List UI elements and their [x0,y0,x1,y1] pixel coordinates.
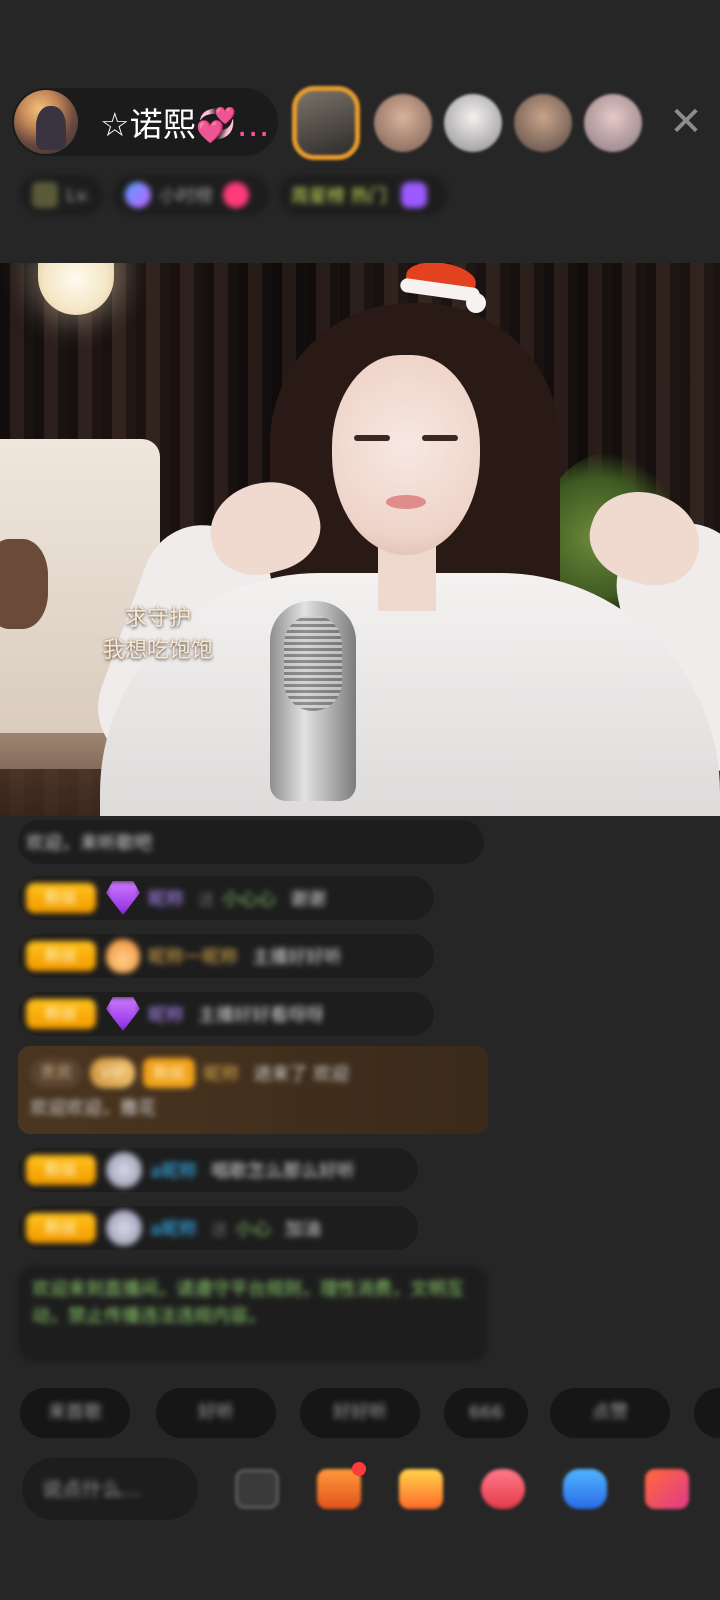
chat-text: 欢迎，来听歌吧 [26,833,152,854]
heart-icon: 💞… [195,105,270,144]
host-avatar[interactable] [14,90,78,154]
quick-reply-chip[interactable]: 好好听 [300,1388,420,1438]
ranking-chip-text: 小时榜 [159,186,214,207]
microphone [270,601,356,801]
quick-reply-chip[interactable] [694,1388,720,1438]
quick-reply-text: 好听 [198,1402,234,1423]
gift-name: 小心 [235,1219,272,1240]
ranking-chip[interactable]: 小时榜 [113,175,270,215]
live-video[interactable]: 求守护 我想吃饱饱 [0,263,720,816]
emoji-icon[interactable] [230,1462,284,1516]
viewer-avatar[interactable] [444,94,502,152]
chat-separator: 送 [211,1220,228,1239]
notification-dot [352,1462,366,1476]
list-item: 粉丝 昵称 主播好好看呀呀 [18,992,434,1036]
chat-separator: 送 [198,890,215,909]
more-icon[interactable] [640,1462,694,1516]
chat-username[interactable]: a昵称 [150,1215,197,1241]
chat-input[interactable]: 说点什么... [22,1458,198,1520]
gift-name: 小心心 [222,889,277,910]
avatar-icon [106,1210,142,1246]
shopping-cart-icon[interactable] [312,1462,366,1516]
fan-badge: 粉丝 [143,1058,196,1088]
avatar-icon [106,1152,142,1188]
system-notice: 欢迎来到直播间，请遵守平台规则，理性消费，文明互动，禁止传播违法违规内容。 [18,1266,488,1362]
quick-reply-chip[interactable]: 点赞 [550,1388,670,1438]
bottom-toolbar: 说点什么... [0,1450,720,1530]
chat-text: 欢迎欢迎，撒花 [30,1098,156,1119]
quick-reply-chip[interactable]: 666 [444,1388,528,1438]
chat-text: 唱歌怎么那么好听 [211,1161,356,1182]
quick-reply-text: 来首歌 [48,1402,102,1423]
chat-username[interactable]: 昵称 [148,1001,184,1027]
vip-tag: 贵宾 [30,1058,83,1088]
video-overlay-text: 求守护 我想吃饱饱 [96,603,220,667]
fan-badge: 粉丝 [26,1155,96,1185]
chat-username[interactable]: 昵称 [203,1060,239,1086]
quick-reply-text: 666 [468,1402,504,1423]
game-icon[interactable] [558,1462,612,1516]
heart-gift-icon[interactable] [476,1462,530,1516]
flame-icon [106,939,140,973]
chat-username[interactable]: 昵称一昵称 [148,943,238,969]
chat-username[interactable]: 昵称 [148,885,184,911]
viewer-avatar[interactable] [292,86,360,160]
fan-badge: 粉丝 [26,1213,96,1243]
quick-reply-chip[interactable]: 来首歌 [20,1388,130,1438]
quick-reply-chip[interactable]: 好听 [156,1388,276,1438]
quick-reply-row: 来首歌 好听 好好听 666 点赞 [20,1388,720,1438]
chat-username[interactable]: a昵称 [150,1157,197,1183]
hot-rank-text: 周星榜 热门 [291,186,387,207]
vip-entry-message: 贵宾 VIP 粉丝 昵称 进来了 欢迎 欢迎欢迎，撒花 [18,1046,488,1134]
santa-hat-sticker [399,263,490,313]
diamond-icon [106,997,140,1031]
vip-level-badge: VIP [90,1058,136,1088]
list-item: 粉丝 a昵称 送 小心 加油 [18,1206,418,1250]
list-item: 欢迎，来听歌吧 [18,820,484,864]
top-viewers[interactable] [292,86,654,160]
chat-text: 谢谢 [290,889,327,910]
diamond-icon [106,881,140,915]
overlay-line1: 求守护 [124,606,191,631]
fan-badge: 粉丝 [26,941,96,971]
chat-input-placeholder: 说点什么... [42,1477,142,1501]
fan-badge: 粉丝 [26,999,96,1029]
hot-rank-chip[interactable]: 周星榜 热门 [279,175,447,215]
viewer-avatar[interactable] [374,94,432,152]
quick-reply-text: 好好听 [333,1402,387,1423]
list-item: 粉丝 a昵称 唱歌怎么那么好听 [18,1148,418,1192]
list-item: 粉丝 昵称一昵称 主播好好听 [18,934,434,978]
stream-info-row: Lv. 小时榜 周星榜 热门 [20,172,700,218]
quick-reply-text: 点赞 [592,1402,628,1423]
fan-badge: 粉丝 [26,883,96,913]
streamer [60,283,720,816]
chat-text: 主播好好看呀呀 [198,1005,324,1026]
host-name-text: ☆诺熙 [100,105,196,144]
host-name: ☆诺熙💞… [100,98,270,146]
chat-text: 主播好好听 [252,947,342,968]
viewer-avatar[interactable] [514,94,572,152]
overlay-line2: 我想吃饱饱 [102,638,213,663]
chat-text: 进来了 欢迎 [253,1064,350,1085]
chat-text: 加油 [285,1219,322,1240]
host-info-pill[interactable]: ☆诺熙💞… [12,88,278,156]
list-item: 粉丝 昵称 送 小心心 谢谢 [18,876,434,920]
plush-toy [0,539,48,629]
gift-icon[interactable] [394,1462,448,1516]
level-chip[interactable]: Lv. [20,175,104,215]
close-icon[interactable]: ✕ [664,100,708,144]
level-chip-text: Lv. [66,184,92,206]
viewer-avatar[interactable] [584,94,642,152]
